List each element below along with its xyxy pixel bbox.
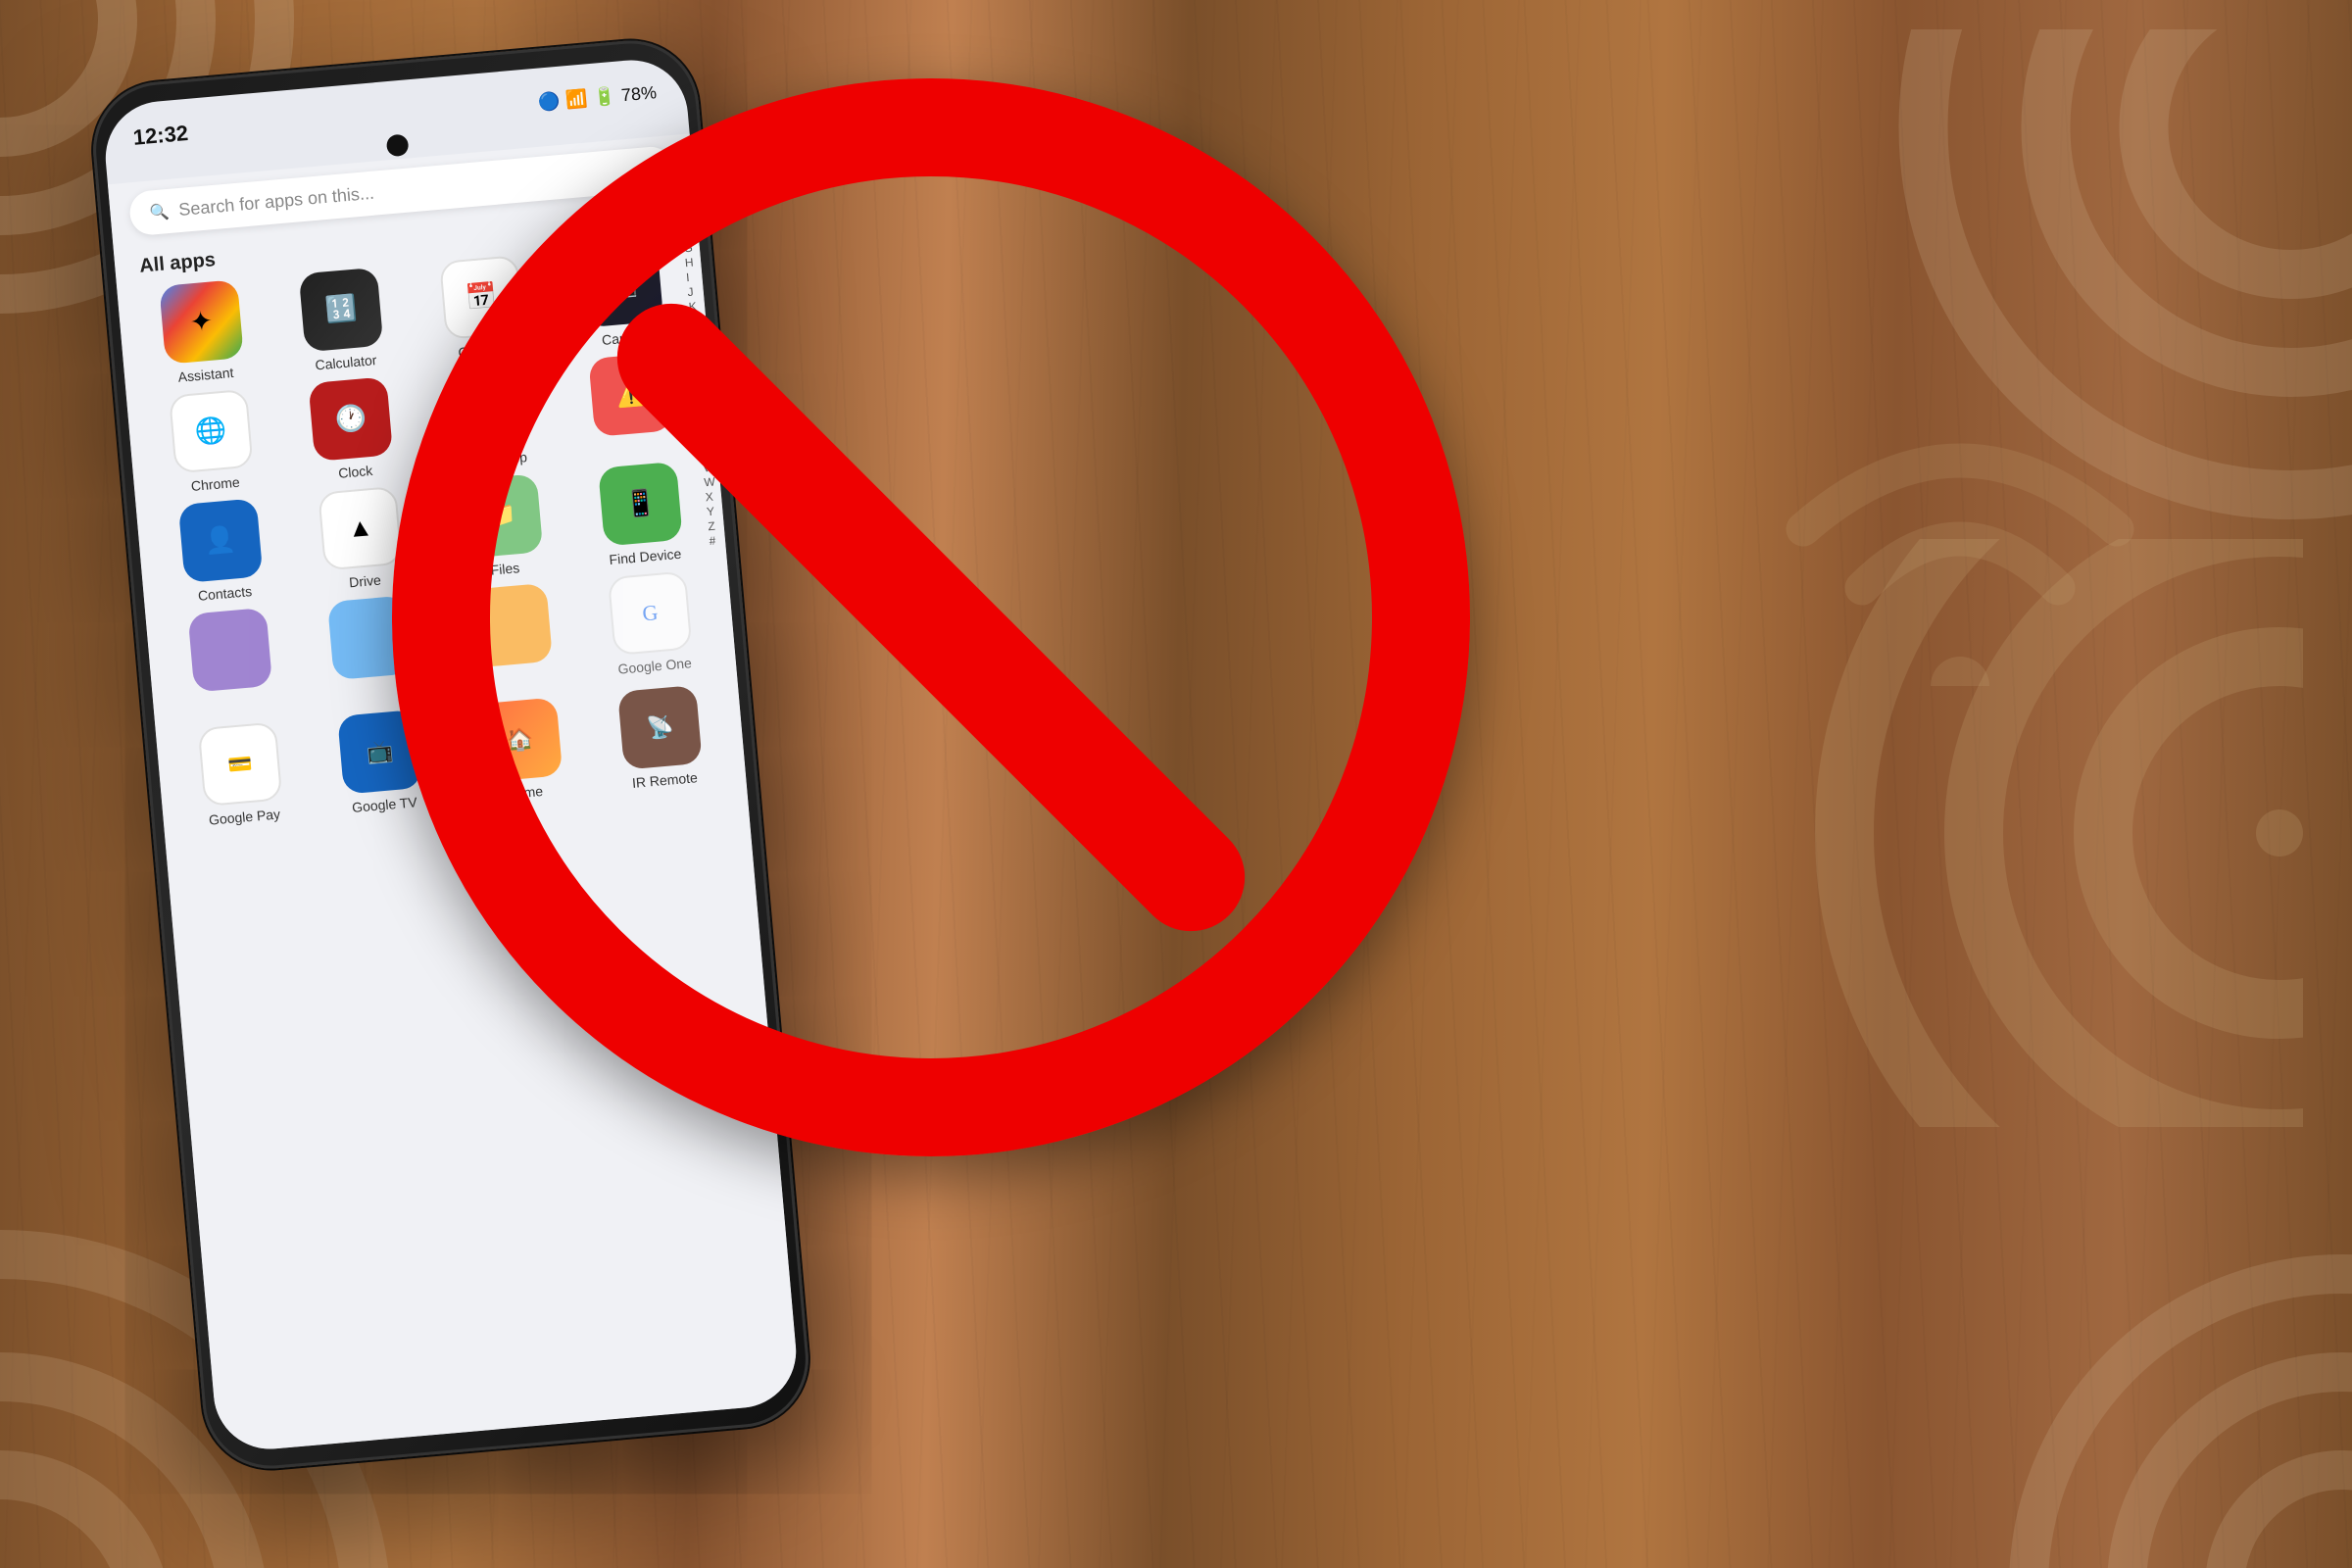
app-chrome[interactable]: 🌐 Chrome	[141, 386, 282, 497]
no-sign	[392, 78, 1470, 1156]
app-clock-label: Clock	[338, 463, 373, 481]
app-calculator-label: Calculator	[315, 352, 377, 372]
all-apps-label: All apps	[138, 249, 217, 278]
search-placeholder: Search for apps on this...	[178, 183, 375, 220]
status-time: 12:32	[132, 121, 189, 151]
search-icon: 🔍	[149, 201, 171, 222]
no-sign-circle	[392, 78, 1470, 1156]
app-drive-label: Drive	[349, 572, 382, 591]
app-assistant-label: Assistant	[177, 365, 234, 385]
app-contacts[interactable]: 👤 Contacts	[151, 496, 292, 607]
app-chrome-label: Chrome	[190, 474, 240, 494]
app-row4-1[interactable]	[161, 605, 302, 715]
app-google-pay[interactable]: 💳 Google Pay	[171, 719, 312, 830]
no-sign-bar	[595, 281, 1267, 954]
app-google-pay-label: Google Pay	[208, 806, 280, 827]
app-assistant[interactable]: ✦ Assistant	[131, 277, 272, 388]
app-contacts-label: Contacts	[197, 583, 252, 604]
